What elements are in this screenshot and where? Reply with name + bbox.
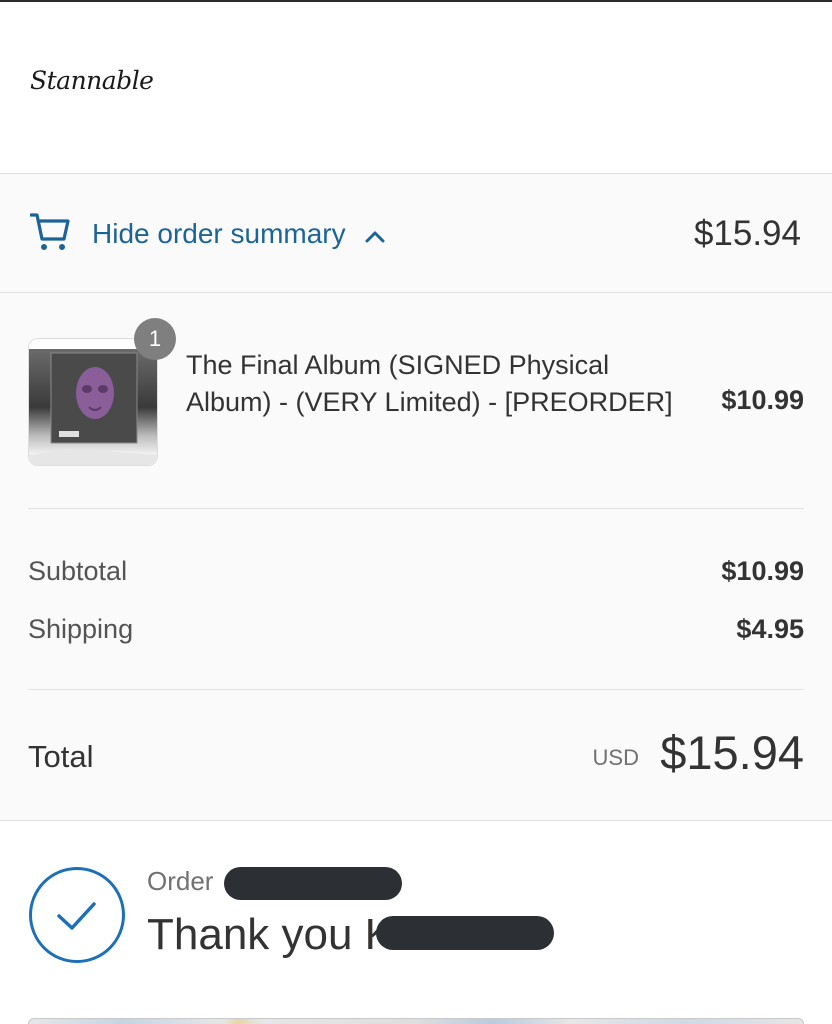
shipping-label: Shipping (28, 614, 134, 644)
store-header: Stannable (0, 2, 832, 173)
order-summary-toggle[interactable]: Hide order summary $15.94 (0, 173, 832, 293)
total-label: Total (28, 739, 94, 774)
check-circle-icon (29, 867, 125, 963)
currency-code: USD (592, 745, 639, 770)
shipping-value: $4.95 (736, 614, 804, 644)
product-name: The Final Album (SIGNED Physical Album) … (186, 350, 673, 417)
order-summary-panel: 1 The Final Album (SIGNED Physical Album… (0, 293, 832, 821)
divider (28, 689, 804, 690)
toggle-summary-link[interactable]: Hide order summary (92, 218, 346, 250)
chevron-up-icon (365, 231, 385, 243)
product-thumbnail (28, 338, 158, 466)
subtotal-value: $10.99 (721, 556, 804, 586)
subtotal-label: Subtotal (28, 556, 128, 586)
quantity-badge: 1 (134, 318, 176, 360)
album-cover-image (29, 339, 157, 465)
store-logo[interactable]: Stannable (30, 66, 154, 95)
product-price: $10.99 (721, 385, 804, 415)
thank-you-heading: Thank you K (147, 910, 395, 959)
map-preview (28, 1018, 804, 1024)
divider (28, 508, 804, 509)
summary-total-price: $15.94 (693, 214, 801, 253)
grand-total-value: $15.94 (660, 726, 804, 779)
cart-icon (30, 213, 70, 250)
redacted-customer-name (376, 916, 554, 950)
redacted-order-number (224, 867, 402, 900)
order-number-label: Order (147, 866, 214, 896)
